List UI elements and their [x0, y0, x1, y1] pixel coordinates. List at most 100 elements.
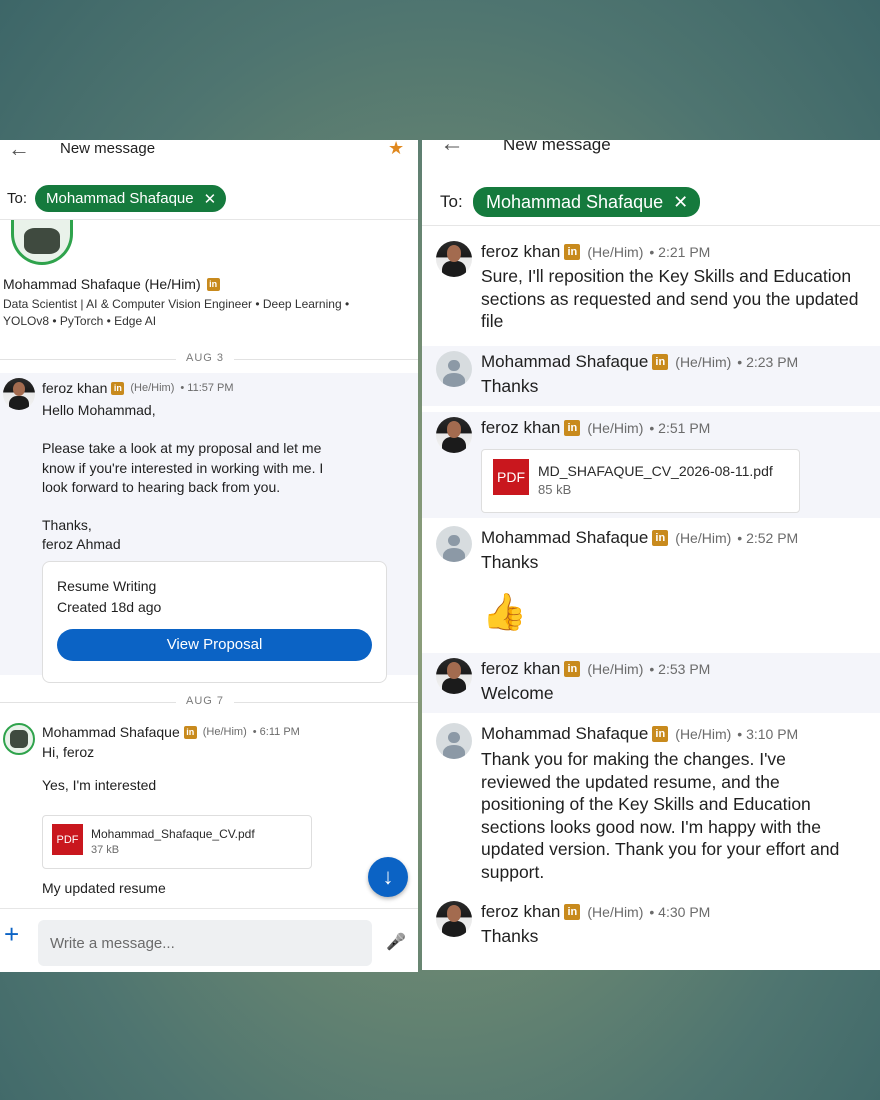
linkedin-badge-icon: in — [564, 244, 581, 260]
attachment-size: 37 kB — [91, 844, 120, 856]
avatar[interactable] — [436, 723, 472, 759]
back-arrow-icon[interactable]: ← — [440, 140, 464, 158]
linkedin-badge-icon: in — [206, 277, 220, 291]
pdf-icon: PDF — [52, 824, 83, 855]
message-body: Hello Mohammad, Please take a look at my… — [42, 402, 324, 553]
sender-name[interactable]: Mohammad Shafaque — [481, 528, 648, 548]
right-header: ← New message — [422, 140, 880, 176]
avatar[interactable] — [436, 351, 472, 387]
proposal-title: Resume Writing — [57, 578, 157, 594]
scroll-down-button[interactable]: ↓ — [368, 857, 408, 897]
recipient-chip[interactable]: Mohammad Shafaque ✕ — [35, 185, 227, 212]
avatar[interactable] — [3, 378, 35, 410]
timestamp: • 2:21 PM — [649, 244, 711, 260]
microphone-icon[interactable]: 🎤 — [386, 932, 406, 952]
to-label: To: — [7, 190, 28, 207]
linkedin-badge-icon: in — [183, 725, 197, 739]
sender-name[interactable]: Mohammad Shafaque — [481, 352, 648, 372]
profile-avatar[interactable] — [11, 220, 73, 265]
linkedin-badge-icon: in — [564, 420, 581, 436]
timestamp: • 2:23 PM — [737, 354, 799, 370]
recipient-chip[interactable]: Mohammad Shafaque ✕ — [473, 187, 701, 217]
sender-row: Mohammad Shafaque in (He/Him) • 3:10 PM — [481, 724, 798, 744]
attachment-name[interactable]: MD_SHAFAQUE_CV_2026-08-11.pdf — [538, 463, 773, 479]
sender-row: Mohammad Shafaque in (He/Him) • 6:11 PM — [42, 724, 300, 740]
pronouns: (He/Him) — [587, 661, 644, 677]
avatar[interactable] — [436, 658, 472, 694]
sender-name[interactable]: feroz khan — [481, 242, 560, 262]
message-body: Thank you for making the changes. I've r… — [481, 749, 840, 882]
thumbs-up-emoji: 👍 — [482, 591, 527, 632]
back-arrow-icon[interactable]: ← — [8, 140, 30, 162]
linkedin-badge-icon: in — [564, 904, 581, 920]
attachment-card[interactable]: PDF Mohammad_Shafaque_CV.pdf 37 kB — [42, 815, 312, 869]
timestamp: • 2:51 PM — [649, 420, 711, 436]
message-body: Hi, feroz — [42, 744, 95, 760]
timestamp: • 3:10 PM — [737, 726, 799, 742]
sender-row: feroz khan in (He/Him) • 4:30 PM — [481, 902, 710, 922]
pronouns: (He/Him) — [675, 530, 732, 546]
sender-row: feroz khan in (He/Him) • 2:51 PM — [481, 418, 710, 438]
left-conversation-panel: ← New message ★ To: Mohammad Shafaque ✕ … — [0, 140, 418, 972]
to-label: To: — [440, 192, 463, 211]
proposal-created: Created 18d ago — [57, 599, 162, 615]
avatar[interactable] — [436, 241, 472, 277]
linkedin-badge-icon: in — [652, 530, 669, 546]
attachment-name[interactable]: Mohammad_Shafaque_CV.pdf — [91, 827, 255, 841]
view-proposal-button[interactable]: View Proposal — [57, 629, 372, 661]
page-title: New message — [60, 140, 156, 157]
date-label: AUG 3 — [176, 352, 235, 364]
compose-bar: + Write a message... 🎤 — [0, 908, 418, 972]
pronouns: (He/Him) — [675, 354, 732, 370]
sender-row: Mohammad Shafaque in (He/Him) • 2:52 PM — [481, 528, 798, 548]
linkedin-badge-icon: in — [111, 381, 125, 395]
linkedin-badge-icon: in — [652, 726, 669, 742]
sender-name[interactable]: feroz khan — [42, 380, 107, 396]
sender-row: feroz khan in (He/Him) • 2:53 PM — [481, 659, 710, 679]
to-row: To: Mohammad Shafaque ✕ — [0, 182, 418, 220]
profile-headline: Data Scientist | AI & Computer Vision En… — [3, 297, 350, 311]
pronouns: (He/Him) — [587, 904, 644, 920]
page-title: New message — [503, 140, 611, 154]
avatar[interactable] — [436, 901, 472, 937]
recipient-name: Mohammad Shafaque — [486, 191, 664, 212]
avatar[interactable] — [436, 526, 472, 562]
message-body: Thanks — [481, 926, 539, 946]
proposal-card: Resume Writing Created 18d ago View Prop… — [42, 561, 387, 683]
message-input[interactable]: Write a message... — [38, 920, 372, 966]
pdf-icon: PDF — [493, 459, 529, 495]
pronouns: (He/Him) — [130, 382, 175, 394]
sender-row: feroz khan in (He/Him) • 11:57 PM — [42, 380, 234, 396]
avatar[interactable] — [3, 723, 35, 755]
timestamp: • 11:57 PM — [180, 382, 234, 394]
timestamp: • 2:52 PM — [737, 530, 799, 546]
to-row: To: Mohammad Shafaque ✕ — [422, 178, 880, 226]
attachment-card[interactable]: PDF MD_SHAFAQUE_CV_2026-08-11.pdf 85 kB — [481, 449, 800, 513]
sender-name[interactable]: Mohammad Shafaque — [42, 724, 180, 740]
message-body: My updated resume — [42, 880, 166, 896]
sender-name[interactable]: feroz khan — [481, 418, 560, 438]
close-icon[interactable]: ✕ — [673, 192, 688, 213]
recipient-name: Mohammad Shafaque — [46, 190, 194, 207]
message-body: Welcome — [481, 683, 554, 703]
close-icon[interactable]: ✕ — [204, 190, 217, 208]
pronouns: (He/Him) — [587, 420, 644, 436]
sender-name[interactable]: feroz khan — [481, 659, 560, 679]
add-attachment-icon[interactable]: + — [4, 921, 19, 947]
attachment-size: 85 kB — [538, 482, 572, 497]
sender-row: feroz khan in (He/Him) • 2:21 PM — [481, 242, 710, 262]
pronouns: (He/Him) — [587, 244, 644, 260]
left-header: ← New message ★ — [0, 140, 418, 180]
message-body: Yes, I'm interested — [42, 777, 157, 793]
timestamp: • 2:53 PM — [649, 661, 711, 677]
sender-name[interactable]: feroz khan — [481, 902, 560, 922]
avatar[interactable] — [436, 417, 472, 453]
right-conversation-panel: ← New message To: Mohammad Shafaque ✕ fe… — [422, 140, 880, 970]
sender-row: Mohammad Shafaque in (He/Him) • 2:23 PM — [481, 352, 798, 372]
profile-name[interactable]: Mohammad Shafaque (He/Him) — [3, 276, 201, 292]
profile-name-row: Mohammad Shafaque (He/Him) in — [3, 276, 220, 292]
sender-name[interactable]: Mohammad Shafaque — [481, 724, 648, 744]
star-icon[interactable]: ★ — [388, 140, 404, 159]
timestamp: • 4:30 PM — [649, 904, 711, 920]
linkedin-badge-icon: in — [564, 661, 581, 677]
